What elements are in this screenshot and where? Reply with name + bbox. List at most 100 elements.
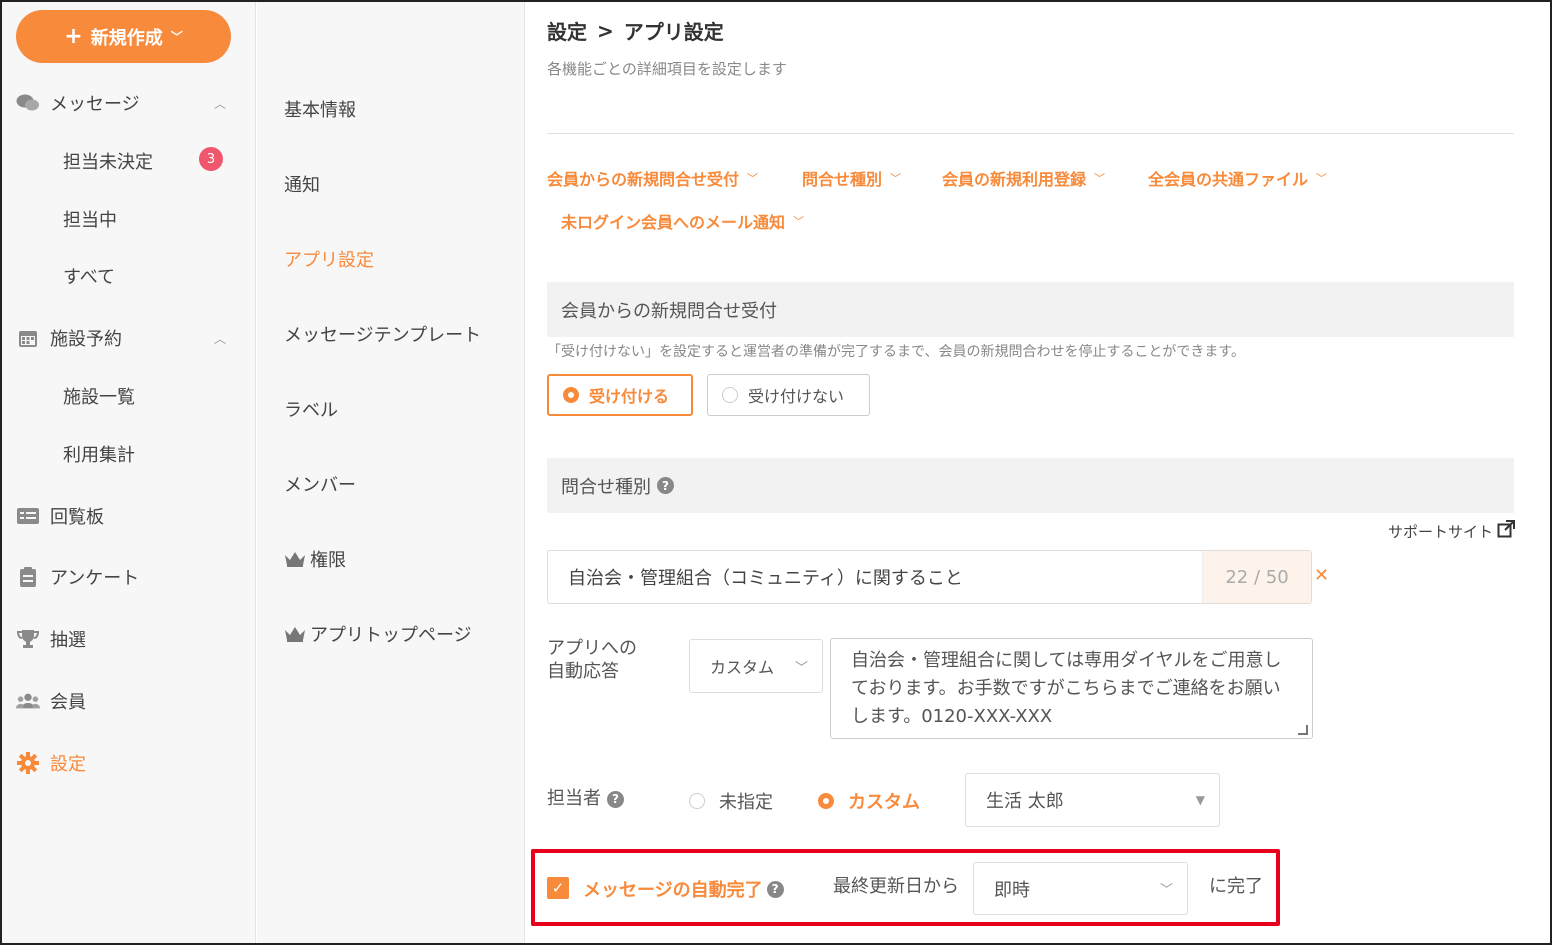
auto-reply-label: アプリへの 自動応答 <box>547 638 637 683</box>
anchor-link-inquiry-type[interactable]: 問合せ種別 ﹀ <box>802 166 901 190</box>
settings-nav-label[interactable]: ラベル <box>284 396 338 422</box>
chevron-up-icon[interactable]: ︿ <box>214 95 226 112</box>
close-icon[interactable]: ✕ <box>1314 565 1329 586</box>
caret-down-icon: ▼ <box>1195 793 1205 807</box>
support-label: サポートサイト <box>1387 522 1493 541</box>
section-header-inquiry-type: 問合せ種別 ? <box>547 458 1514 513</box>
sidebar-item-label: 施設予約 <box>50 329 122 350</box>
anchor-link-shared-files[interactable]: 全会員の共通ファイル ﹀ <box>1148 166 1327 190</box>
auto-reply-label-line1: アプリへの <box>547 638 637 659</box>
sidebar-item-messages[interactable]: メッセージ ︿ <box>16 90 226 116</box>
crown-icon <box>284 625 306 643</box>
auto-complete-from-label: 最終更新日から <box>833 876 959 897</box>
sidebar-item-all[interactable]: すべて <box>63 263 115 289</box>
inquiry-type-value[interactable]: 自治会・管理組合（コミュニティ）に関すること <box>548 551 1202 603</box>
help-icon[interactable]: ? <box>657 477 674 494</box>
sidebar-item-label: 回覧板 <box>50 507 104 528</box>
chevron-down-icon: ﹀ <box>1159 883 1173 898</box>
sidebar-item-facility-list[interactable]: 施設一覧 <box>63 383 135 409</box>
sidebar-item-label: 抽選 <box>50 630 86 651</box>
anchor-label: 全会員の共通ファイル <box>1148 170 1309 189</box>
calendar-icon <box>16 327 40 349</box>
chevron-down-icon: ﹀ <box>170 30 183 44</box>
auto-complete-label-text: メッセージの自動完了 <box>583 880 763 901</box>
settings-nav-member[interactable]: メンバー <box>284 471 356 497</box>
breadcrumb-separator: > <box>597 18 614 43</box>
auto-reply-label-line2: 自動応答 <box>547 660 619 682</box>
auto-reply-select[interactable]: カスタム ﹀ <box>689 639 823 693</box>
page-subtitle: 各機能ごとの詳細項目を設定します <box>547 60 787 78</box>
accept-radio[interactable]: 受け付ける <box>547 374 693 416</box>
auto-complete-suffix: に完了 <box>1209 876 1263 897</box>
select-value: 生活 太郎 <box>986 791 1064 812</box>
anchor-link-new-inquiry[interactable]: 会員からの新規問合せ受付 ﹀ <box>547 166 758 190</box>
sidebar-item-unassigned[interactable]: 担当未決定 <box>63 148 153 174</box>
plus-icon: + <box>64 24 83 49</box>
sidebar-item-settings[interactable]: 設定 <box>16 750 86 776</box>
radio-on-icon <box>563 387 579 403</box>
chat-icon <box>16 92 40 114</box>
sidebar-item-label: メッセージ <box>50 94 140 115</box>
sidebar-item-facility[interactable]: 施設予約 ︿ <box>16 325 226 351</box>
anchor-label: 会員からの新規問合せ受付 <box>547 170 740 189</box>
chevron-up-icon[interactable]: ︿ <box>214 330 226 347</box>
crown-icon <box>284 550 306 568</box>
settings-nav-message-template[interactable]: メッセージテンプレート <box>284 321 481 347</box>
settings-nav-permission[interactable]: 権限 <box>284 546 346 572</box>
chevron-down-icon: ﹀ <box>747 172 759 185</box>
sidebar-item-label: 会員 <box>50 692 86 713</box>
radio-label: 受け付けない <box>748 387 845 406</box>
board-icon <box>16 505 40 527</box>
new-create-label: 新規作成 <box>90 27 163 49</box>
settings-nav-app-settings[interactable]: アプリ設定 <box>284 246 374 272</box>
auto-complete-checkbox[interactable]: ✓ <box>547 877 569 899</box>
page-title: アプリ設定 <box>623 20 724 44</box>
divider <box>547 133 1514 134</box>
assignee-select[interactable]: 生活 太郎 ▼ <box>965 773 1220 827</box>
sidebar-item-survey[interactable]: アンケート <box>16 564 139 590</box>
anchor-link-new-registration[interactable]: 会員の新規利用登録 ﹀ <box>942 166 1105 190</box>
auto-reply-text: 自治会・管理組合に関しては専用ダイヤルをご用意しております。お手数ですがこちらま… <box>851 650 1282 727</box>
main-sidebar: + 新規作成 ﹀ メッセージ ︿ 担当未決定 3 担当中 すべて 施設予約 ︿ … <box>2 2 256 943</box>
select-value: カスタム <box>710 658 775 677</box>
sidebar-item-members[interactable]: 会員 <box>16 688 86 714</box>
radio-off-icon <box>689 793 705 809</box>
reject-radio[interactable]: 受け付けない <box>707 374 870 416</box>
select-value: 即時 <box>994 879 1030 901</box>
app-window: + 新規作成 ﹀ メッセージ ︿ 担当未決定 3 担当中 すべて 施設予約 ︿ … <box>0 0 1552 945</box>
trophy-icon <box>16 628 40 650</box>
help-icon[interactable]: ? <box>766 880 784 898</box>
resize-handle[interactable] <box>1298 725 1308 735</box>
radio-label: 受け付ける <box>589 387 670 406</box>
sidebar-item-circular[interactable]: 回覧板 <box>16 503 104 529</box>
support-site-link[interactable]: サポートサイト <box>1388 520 1515 542</box>
assignee-custom-radio[interactable]: カスタム <box>818 788 920 814</box>
radio-label: カスタム <box>848 792 920 813</box>
breadcrumb-root[interactable]: 設定 <box>547 16 587 45</box>
auto-complete-label[interactable]: メッセージの自動完了 ? <box>583 876 784 902</box>
users-icon <box>16 690 40 712</box>
sidebar-item-usage-stats[interactable]: 利用集計 <box>63 441 135 467</box>
radio-on-icon <box>818 793 834 809</box>
external-link-icon <box>1497 520 1515 542</box>
help-icon[interactable]: ? <box>607 790 624 808</box>
settings-nav-basic-info[interactable]: 基本情報 <box>284 96 356 122</box>
radio-off-icon <box>722 387 738 403</box>
settings-nav-notification[interactable]: 通知 <box>284 171 320 197</box>
settings-nav-app-top-page[interactable]: アプリトップページ <box>284 621 472 647</box>
sidebar-item-label: 設定 <box>50 754 86 775</box>
sidebar-item-in-charge[interactable]: 担当中 <box>63 206 117 232</box>
sidebar-item-lottery[interactable]: 抽選 <box>16 626 86 652</box>
section-title: 問合せ種別 <box>561 476 651 498</box>
char-counter: 22 / 50 <box>1202 551 1311 603</box>
auto-complete-timing-select[interactable]: 即時 ﹀ <box>973 862 1188 915</box>
check-icon: ✓ <box>551 879 565 897</box>
anchor-link-mail-notice[interactable]: 未ログイン会員へのメール通知 ﹀ <box>561 209 804 233</box>
sidebar-item-label: アンケート <box>50 568 140 589</box>
assignee-none-radio[interactable]: 未指定 <box>689 788 773 814</box>
auto-reply-textarea[interactable]: 自治会・管理組合に関しては専用ダイヤルをご用意しております。お手数ですがこちらま… <box>830 638 1313 739</box>
new-create-button[interactable]: + 新規作成 ﹀ <box>16 10 231 63</box>
inquiry-type-input[interactable]: 自治会・管理組合（コミュニティ）に関すること 22 / 50 <box>547 550 1312 604</box>
chevron-down-icon: ﹀ <box>890 172 902 185</box>
settings-sidebar: 基本情報 通知 アプリ設定 メッセージテンプレート ラベル メンバー 権限 アプ… <box>257 2 525 943</box>
